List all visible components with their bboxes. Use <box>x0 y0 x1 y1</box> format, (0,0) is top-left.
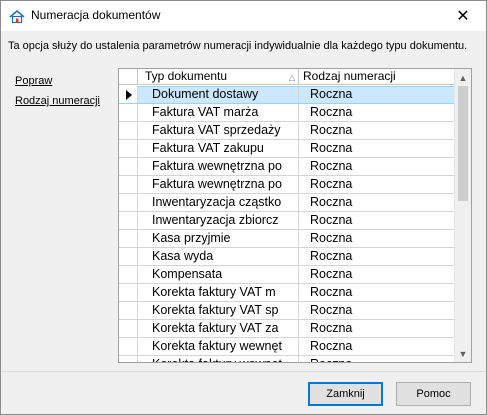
cell-rodzaj-numeracji[interactable]: Roczna <box>299 302 455 319</box>
row-indicator <box>119 356 138 362</box>
row-indicator <box>119 248 138 265</box>
column-header-label: Typ dokumentu <box>145 69 228 83</box>
table-row[interactable]: Kompensata Roczna <box>119 266 455 284</box>
cell-rodzaj-numeracji[interactable]: Roczna <box>299 284 455 301</box>
table-row[interactable]: Kasa wyda Roczna <box>119 248 455 266</box>
cell-typ-dokumentu[interactable]: Dokument dostawy <box>138 86 299 103</box>
cell-typ-dokumentu[interactable]: Faktura wewnętrzna po <box>138 176 299 193</box>
cell-typ-dokumentu[interactable]: Korekta faktury VAT sp <box>138 302 299 319</box>
table-row[interactable]: Dokument dostawy Roczna <box>119 86 455 104</box>
scroll-up-button[interactable]: ▲ <box>455 69 471 86</box>
cell-rodzaj-numeracji[interactable]: Roczna <box>299 212 455 229</box>
action-links: Popraw Rodzaj numeracji <box>15 75 100 115</box>
row-indicator <box>119 194 138 211</box>
cell-typ-dokumentu[interactable]: Kompensata <box>138 266 299 283</box>
row-indicator <box>119 266 138 283</box>
row-indicator <box>119 140 138 157</box>
cell-typ-dokumentu[interactable]: Kasa przyjmie <box>138 230 299 247</box>
cell-typ-dokumentu[interactable]: Korekta faktury wewnęt <box>138 356 299 362</box>
dialog-window: Numeracja dokumentów ✕ Ta opcja służy do… <box>0 0 487 415</box>
table-row[interactable]: Korekta faktury wewnętRoczna <box>119 356 455 362</box>
table-row[interactable]: Korekta faktury VAT za Roczna <box>119 320 455 338</box>
column-header-label: Rodzaj numeracji <box>303 69 396 83</box>
row-indicator <box>119 158 138 175</box>
row-indicator <box>119 104 138 121</box>
cell-rodzaj-numeracji[interactable]: Roczna <box>299 230 455 247</box>
chevron-up-icon: ▲ <box>458 72 468 83</box>
app-icon <box>9 9 25 24</box>
cell-rodzaj-numeracji[interactable]: Roczna <box>299 356 455 362</box>
cell-rodzaj-numeracji[interactable]: Roczna <box>299 194 455 211</box>
sort-ascending-icon: △ <box>288 73 295 82</box>
grid-rows: Dokument dostawy Roczna Faktura VAT marża R… <box>119 86 455 362</box>
cell-typ-dokumentu[interactable]: Korekta faktury wewnęt <box>138 338 299 355</box>
scrollbar-thumb[interactable] <box>458 86 468 201</box>
cell-rodzaj-numeracji[interactable]: Roczna <box>299 104 455 121</box>
scroll-down-button[interactable]: ▼ <box>455 345 471 362</box>
current-row-pointer-icon <box>126 90 132 100</box>
title-bar[interactable]: Numeracja dokumentów ✕ <box>1 1 486 31</box>
table-row[interactable]: Faktura VAT marża Roczna <box>119 104 455 122</box>
cell-typ-dokumentu[interactable]: Kasa wyda <box>138 248 299 265</box>
vertical-scrollbar[interactable]: ▲ ▼ <box>454 69 471 362</box>
row-indicator <box>119 86 138 103</box>
window-title: Numeracja dokumentów <box>31 8 161 22</box>
cell-typ-dokumentu[interactable]: Faktura VAT marża <box>138 104 299 121</box>
close-button[interactable]: ✕ <box>440 1 486 30</box>
table-row[interactable]: Inwentaryzacja cząstko Roczna <box>119 194 455 212</box>
cell-rodzaj-numeracji[interactable]: Roczna <box>299 140 455 157</box>
dialog-client-area: Ta opcja służy do ustalenia parametrów n… <box>1 31 486 414</box>
row-indicator <box>119 212 138 229</box>
cell-rodzaj-numeracji[interactable]: Roczna <box>299 158 455 175</box>
rodzaj-numeracji-link[interactable]: Rodzaj numeracji <box>15 95 100 107</box>
cell-rodzaj-numeracji[interactable]: Roczna <box>299 320 455 337</box>
document-types-grid[interactable]: Typ dokumentu △ Rodzaj numeracji Dokumen… <box>118 68 472 363</box>
table-row[interactable]: Faktura wewnętrzna po Roczna <box>119 176 455 194</box>
cell-typ-dokumentu[interactable]: Inwentaryzacja cząstko <box>138 194 299 211</box>
cell-rodzaj-numeracji[interactable]: Roczna <box>299 266 455 283</box>
row-indicator <box>119 320 138 337</box>
cell-rodzaj-numeracji[interactable]: Roczna <box>299 86 455 103</box>
table-row[interactable]: Faktura VAT sprzedaży Roczna <box>119 122 455 140</box>
column-header-rodzaj-numeracji[interactable]: Rodzaj numeracji <box>299 69 455 85</box>
cell-typ-dokumentu[interactable]: Korekta faktury VAT za <box>138 320 299 337</box>
button-bar: Zamknij Pomoc <box>1 371 486 414</box>
table-row[interactable]: Korekta faktury wewnętRoczna <box>119 338 455 356</box>
row-indicator <box>119 176 138 193</box>
header-indicator-column <box>119 69 138 85</box>
row-indicator <box>119 302 138 319</box>
row-indicator <box>119 338 138 355</box>
pomoc-button[interactable]: Pomoc <box>396 382 471 406</box>
table-row[interactable]: Korekta faktury VAT sp Roczna <box>119 302 455 320</box>
zamknij-button[interactable]: Zamknij <box>308 382 383 406</box>
cell-rodzaj-numeracji[interactable]: Roczna <box>299 122 455 139</box>
cell-rodzaj-numeracji[interactable]: Roczna <box>299 338 455 355</box>
popraw-link[interactable]: Popraw <box>15 75 100 87</box>
cell-typ-dokumentu[interactable]: Faktura wewnętrzna po <box>138 158 299 175</box>
cell-typ-dokumentu[interactable]: Korekta faktury VAT m <box>138 284 299 301</box>
cell-typ-dokumentu[interactable]: Faktura VAT sprzedaży <box>138 122 299 139</box>
row-indicator <box>119 122 138 139</box>
description-text: Ta opcja służy do ustalenia parametrów n… <box>8 40 468 52</box>
grid-header: Typ dokumentu △ Rodzaj numeracji <box>119 69 455 85</box>
cell-rodzaj-numeracji[interactable]: Roczna <box>299 248 455 265</box>
table-row[interactable]: Kasa przyjmie Roczna <box>119 230 455 248</box>
cell-typ-dokumentu[interactable]: Inwentaryzacja zbiorcz <box>138 212 299 229</box>
cell-typ-dokumentu[interactable]: Faktura VAT zakupu <box>138 140 299 157</box>
table-row[interactable]: Inwentaryzacja zbiorcz Roczna <box>119 212 455 230</box>
close-icon: ✕ <box>456 7 470 25</box>
table-row[interactable]: Korekta faktury VAT m Roczna <box>119 284 455 302</box>
chevron-down-icon: ▼ <box>458 348 468 359</box>
table-row[interactable]: Faktura VAT zakupu Roczna <box>119 140 455 158</box>
row-indicator <box>119 284 138 301</box>
table-row[interactable]: Faktura wewnętrzna po Roczna <box>119 158 455 176</box>
row-indicator <box>119 230 138 247</box>
cell-rodzaj-numeracji[interactable]: Roczna <box>299 176 455 193</box>
column-header-typ-dokumentu[interactable]: Typ dokumentu △ <box>138 69 299 85</box>
